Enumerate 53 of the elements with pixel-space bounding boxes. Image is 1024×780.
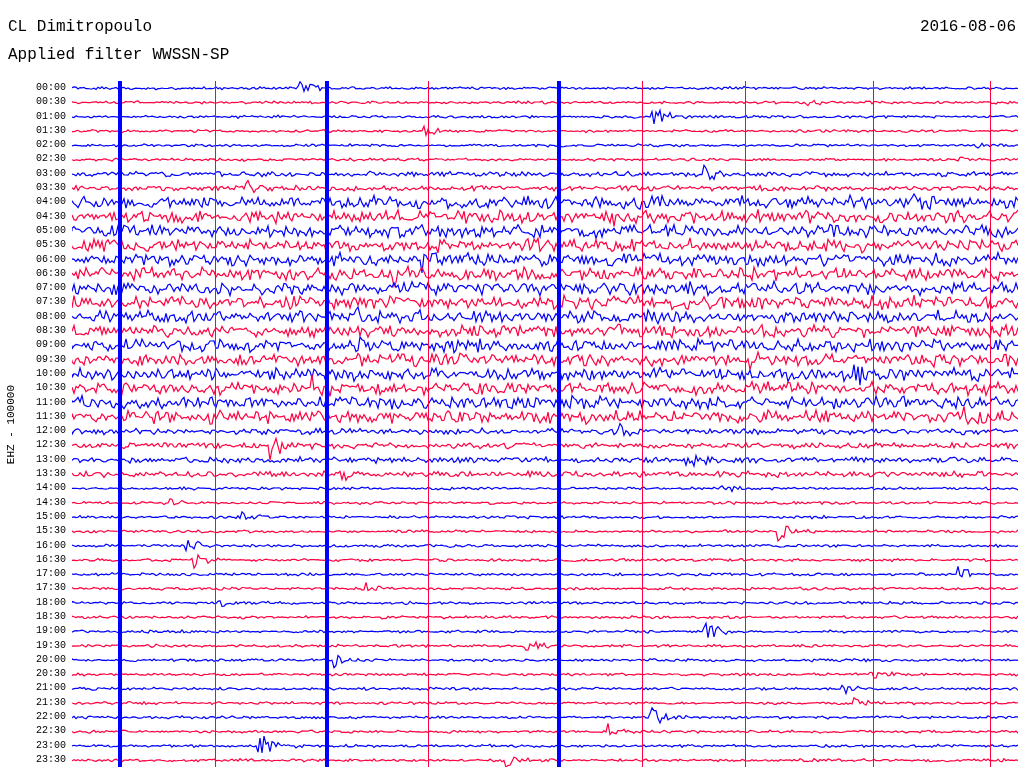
station-name: CL Dimitropoulo: [8, 18, 153, 36]
time-label: 18:30: [36, 610, 66, 624]
filter-label: Applied filter: [8, 46, 143, 64]
time-label: 20:30: [36, 667, 66, 682]
time-label: 08:00: [36, 309, 66, 324]
time-label: 18:00: [36, 595, 66, 610]
time-label: 12:00: [36, 424, 66, 439]
time-label: 04:30: [36, 209, 66, 224]
time-label: 22:00: [36, 710, 66, 725]
channel-axis-label: EHZ - 100000: [5, 384, 17, 464]
time-label: 05:00: [36, 223, 66, 238]
time-label: 13:00: [36, 452, 66, 467]
time-label: 20:00: [36, 652, 66, 667]
time-label: 19:30: [36, 638, 66, 653]
time-label: 21:30: [36, 695, 66, 710]
time-label: 00:30: [36, 95, 66, 110]
time-label: 17:00: [36, 567, 66, 582]
time-label: 01:30: [36, 123, 66, 138]
time-label: 02:30: [36, 152, 66, 167]
time-label: 21:00: [36, 681, 66, 696]
plot-date: 2016-08-06: [920, 18, 1016, 36]
time-label: 13:30: [36, 467, 66, 481]
time-label: 23:00: [36, 738, 66, 753]
time-label: 10:30: [36, 381, 66, 396]
time-label: 22:30: [36, 724, 66, 739]
time-label: 03:00: [36, 166, 66, 181]
time-label: 16:30: [36, 552, 66, 567]
time-label: 15:00: [36, 509, 66, 524]
filter-name: WWSSN-SP: [152, 46, 230, 64]
time-label: 07:00: [36, 281, 66, 296]
time-label: 01:00: [36, 109, 66, 124]
time-label: 12:30: [36, 438, 66, 453]
time-label: 02:00: [36, 138, 66, 153]
time-label: 08:30: [36, 324, 66, 339]
time-label: 09:00: [36, 338, 66, 353]
time-label: 14:30: [36, 495, 66, 510]
time-label: 16:00: [36, 538, 66, 553]
time-label: 03:30: [36, 181, 66, 196]
time-label: 23:30: [36, 752, 66, 767]
time-label: 09:30: [36, 352, 66, 367]
time-label: 15:30: [36, 524, 66, 539]
time-label: 06:30: [36, 266, 66, 281]
time-label: 17:30: [36, 581, 66, 596]
time-label: 11:30: [36, 409, 66, 424]
time-label: 04:00: [36, 195, 66, 210]
time-label: 05:30: [36, 238, 66, 253]
time-label: 00:00: [36, 81, 66, 95]
time-label: 07:30: [36, 295, 66, 310]
time-label: 11:00: [36, 395, 66, 410]
time-label: 10:00: [36, 366, 66, 381]
time-label: 19:00: [36, 624, 66, 639]
time-label: 14:00: [36, 481, 66, 496]
time-label: 06:00: [36, 252, 66, 267]
